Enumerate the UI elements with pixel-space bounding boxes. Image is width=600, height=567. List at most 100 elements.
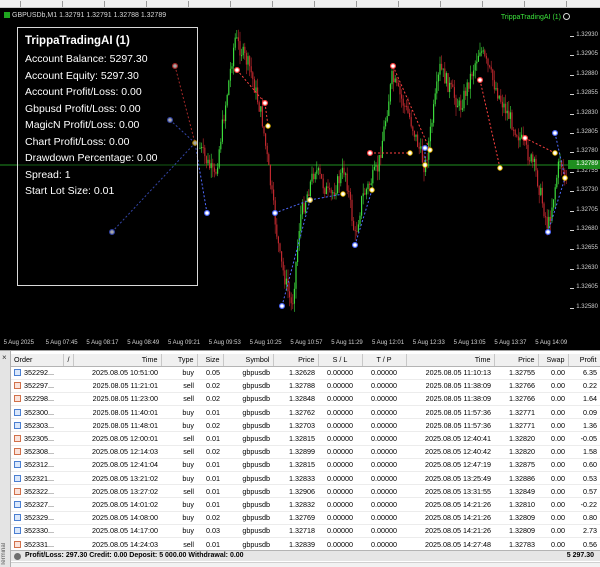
swap: 0.00 <box>538 379 568 393</box>
horizontal-scrollbar[interactable] <box>11 562 600 567</box>
sort-cell <box>63 458 73 473</box>
col-tp[interactable]: T / P <box>362 354 407 367</box>
open-price: 1.32762 <box>273 405 318 420</box>
close-price: 1.32886 <box>494 471 538 486</box>
candle-body <box>221 119 223 142</box>
candle-body <box>401 94 403 99</box>
candle-body <box>556 177 558 188</box>
candle-body <box>441 63 443 70</box>
profit: 1.36 <box>568 418 600 433</box>
open-time: 2025.08.05 14:01:02 <box>73 497 161 512</box>
col-open-price[interactable]: Price <box>273 354 319 367</box>
chart-profit-loss: Chart Profit/Loss: 0.00 <box>25 135 130 148</box>
take-profit: 0.00000 <box>362 537 406 552</box>
col-type[interactable]: Type <box>161 354 198 367</box>
table-row[interactable]: 352312... 2025.08.05 12:41:04 buy 0.01 gbpus… <box>11 458 600 473</box>
col-sl[interactable]: S / L <box>318 354 363 367</box>
open-price: 1.32899 <box>273 445 318 459</box>
col-swap[interactable]: Swap <box>538 354 569 367</box>
profit: 6.35 <box>568 366 600 380</box>
trade-exit-marker <box>307 197 313 203</box>
open-price: 1.32815 <box>273 431 318 446</box>
trade-line <box>309 193 344 201</box>
col-order[interactable]: Order <box>11 354 64 367</box>
candle-body <box>359 215 361 225</box>
table-row[interactable]: 352330... 2025.08.05 14:17:00 buy 0.03 gbpus… <box>11 524 600 538</box>
col-size[interactable]: Size <box>197 354 224 367</box>
candle-body <box>293 288 295 304</box>
close-icon[interactable]: × <box>2 354 7 362</box>
table-row[interactable]: 352305... 2025.08.05 12:00:01 sell 0.01 gbpu… <box>11 431 600 446</box>
open-time: 2025.08.05 13:27:02 <box>73 484 161 499</box>
candle-body <box>413 130 415 137</box>
close-time: 2025.08.05 12:40:41 <box>406 431 494 446</box>
expert-advisor-label[interactable]: TrippaTradingAI (1) <box>501 13 570 21</box>
order-id-text: 352329... <box>24 513 54 523</box>
col-profit[interactable]: Profit <box>568 354 600 367</box>
candle-body <box>530 154 532 162</box>
lot-size: 0.02 <box>197 511 223 525</box>
trade-entry-marker <box>422 145 429 152</box>
candle-body <box>308 194 310 197</box>
col-symbol[interactable]: Symbol <box>223 354 274 367</box>
candle-body <box>237 37 239 42</box>
lot-size: 0.02 <box>197 392 223 407</box>
time-tick-label: 5 Aug 12:33 <box>412 340 445 346</box>
order-icon <box>14 408 21 416</box>
candle-body <box>553 199 555 208</box>
table-row[interactable]: 352329... 2025.08.05 14:08:00 buy 0.02 gbpus… <box>11 511 600 525</box>
table-row[interactable]: 352308... 2025.08.05 12:14:03 sell 0.02 gbpu… <box>11 445 600 459</box>
candle-body <box>466 82 468 96</box>
candle-body <box>213 167 215 172</box>
terminal-label: Terminal <box>1 543 7 566</box>
lot-size: 0.03 <box>197 524 223 538</box>
summary-total: 5 297.30 <box>566 552 594 559</box>
candle-body <box>543 203 545 217</box>
table-row[interactable]: 352300... 2025.08.05 11:40:01 buy 0.01 gbpus… <box>11 405 600 420</box>
col-sort[interactable]: / <box>63 354 74 367</box>
candle-body <box>549 216 551 221</box>
col-close-price[interactable]: Price <box>494 354 539 367</box>
candle-body <box>319 168 321 175</box>
candle-body <box>226 95 228 106</box>
drawdown-percentage: Drawdown Percentage: 0.00 <box>25 152 158 164</box>
close-price: 1.32771 <box>494 405 538 420</box>
swap: 0.00 <box>538 537 568 552</box>
table-row[interactable]: 352297... 2025.08.05 11:21:01 sell 0.02 gbpu… <box>11 379 600 393</box>
candle-body <box>231 66 233 69</box>
candle-body <box>284 270 286 285</box>
table-row[interactable]: 352303... 2025.08.05 11:48:01 buy 0.02 gbpus… <box>11 418 600 433</box>
candle-body <box>244 46 246 54</box>
table-row[interactable]: 352322... 2025.08.05 13:27:02 sell 0.01 gbpu… <box>11 484 600 499</box>
trade-entry-marker <box>262 99 269 106</box>
table-row[interactable]: 352321... 2025.08.05 13:21:02 buy 0.01 gbpus… <box>11 471 600 486</box>
candle-body <box>465 90 467 96</box>
candle-body <box>324 188 326 195</box>
table-row[interactable]: 352331... 2025.08.05 14:24:03 sell 0.01 gbpu… <box>11 537 600 552</box>
strip-tick <box>20 1 21 7</box>
sort-cell <box>63 405 73 420</box>
ea-info-panel: TrippaTradingAI (1) Account Balance: 529… <box>17 27 198 286</box>
stop-loss: 0.00000 <box>318 445 362 459</box>
close-time: 2025.08.05 12:40:42 <box>406 445 494 459</box>
order-icon <box>14 369 21 377</box>
profit: 0.09 <box>568 405 600 420</box>
stop-loss: 0.00000 <box>318 392 362 407</box>
candle-body <box>533 158 535 162</box>
candle-body <box>527 144 529 161</box>
col-close-time[interactable]: Time <box>406 354 495 367</box>
table-row[interactable]: 352327... 2025.08.05 14:01:02 buy 0.01 gbpus… <box>11 497 600 512</box>
table-row[interactable]: 352298... 2025.08.05 11:23:00 sell 0.02 gbpu… <box>11 392 600 407</box>
candle-body <box>349 191 351 200</box>
trade-exit-marker <box>340 191 346 197</box>
candle-body <box>357 224 359 232</box>
candle-body <box>335 193 337 196</box>
col-open-time[interactable]: Time <box>73 354 162 367</box>
price-chart[interactable]: GBPUSDb,M1 1.32791 1.32791 1.32788 1.327… <box>0 8 600 350</box>
table-row[interactable]: 352292... 2025.08.05 10:51:00 buy 0.05 gbpus… <box>11 366 600 380</box>
profit: 0.80 <box>568 511 600 525</box>
candle-body <box>554 187 556 200</box>
candle-body <box>269 165 271 186</box>
candle-body <box>265 133 267 146</box>
sort-cell <box>63 392 73 407</box>
